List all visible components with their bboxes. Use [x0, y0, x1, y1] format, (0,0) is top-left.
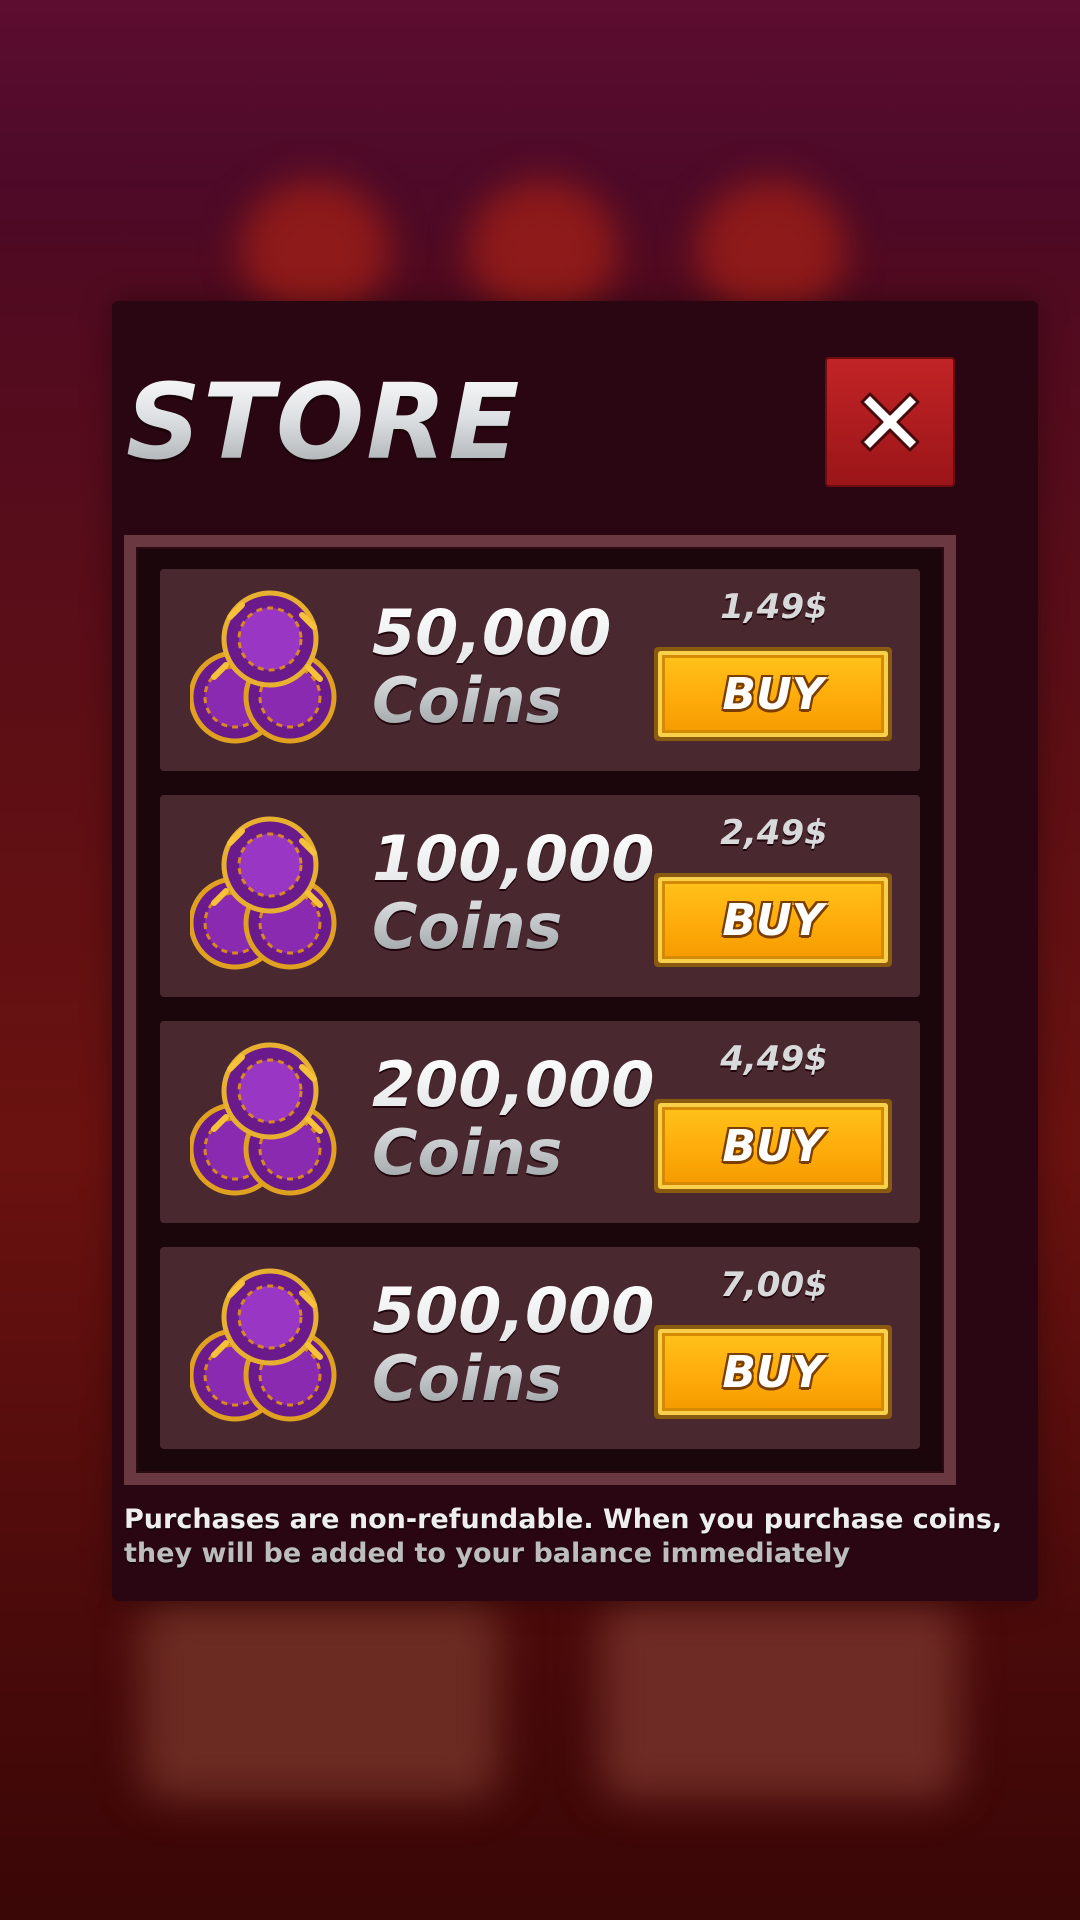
offer-amount: 100,000 Coins [372, 825, 672, 961]
buy-button-label: BUY [722, 1346, 824, 1398]
background-blurred-button [240, 180, 390, 320]
coin-chips-icon [190, 1042, 337, 1196]
offer-row[interactable]: 100,000 Coins 2,49$ BUY [160, 795, 920, 997]
coin-chips-icon [190, 1268, 337, 1422]
offer-row[interactable]: 200,000 Coins 4,49$ BUY [160, 1021, 920, 1223]
purchase-disclaimer: Purchases are non-refundable. When you p… [124, 1503, 1004, 1571]
buy-button-label: BUY [722, 1120, 824, 1172]
coin-chips-icon [190, 816, 337, 970]
offer-price: 1,49$ [720, 587, 828, 627]
background-blurred-panel [140, 1600, 500, 1800]
offer-amount: 200,000 Coins [372, 1051, 672, 1187]
offer-price: 2,49$ [720, 813, 828, 853]
close-x-icon [860, 392, 920, 452]
coin-chips-icon [190, 590, 337, 744]
buy-button[interactable]: BUY [654, 873, 892, 967]
disclaimer-line-2: they will be added to your balance immed… [124, 1538, 851, 1569]
offer-row[interactable]: 50,000 Coins 1,49$ BUY [160, 569, 920, 771]
background-blurred-panel [600, 1600, 960, 1800]
buy-button-label: BUY [722, 894, 824, 946]
offer-row[interactable]: 500,000 Coins 7,00$ BUY [160, 1247, 920, 1449]
offers-frame: 50,000 Coins 1,49$ BUY 100,000 Coins 2,4… [124, 535, 956, 1485]
store-title: STORE [126, 361, 522, 483]
background-blurred-button [696, 180, 846, 320]
offer-price: 4,49$ [720, 1039, 828, 1079]
background-blurred-button [468, 180, 618, 320]
buy-button-label: BUY [722, 668, 824, 720]
close-button[interactable] [825, 357, 955, 487]
offer-price: 7,00$ [720, 1265, 828, 1305]
offer-amount: 50,000 Coins [372, 599, 672, 735]
disclaimer-line-1: Purchases are non-refundable. When you p… [124, 1504, 1003, 1535]
buy-button[interactable]: BUY [654, 1099, 892, 1193]
buy-button[interactable]: BUY [654, 647, 892, 741]
offer-amount: 500,000 Coins [372, 1277, 672, 1413]
store-modal: STORE 50,000 Coins 1,49$ BUY 100,000 Coi… [112, 301, 1038, 1601]
buy-button[interactable]: BUY [654, 1325, 892, 1419]
